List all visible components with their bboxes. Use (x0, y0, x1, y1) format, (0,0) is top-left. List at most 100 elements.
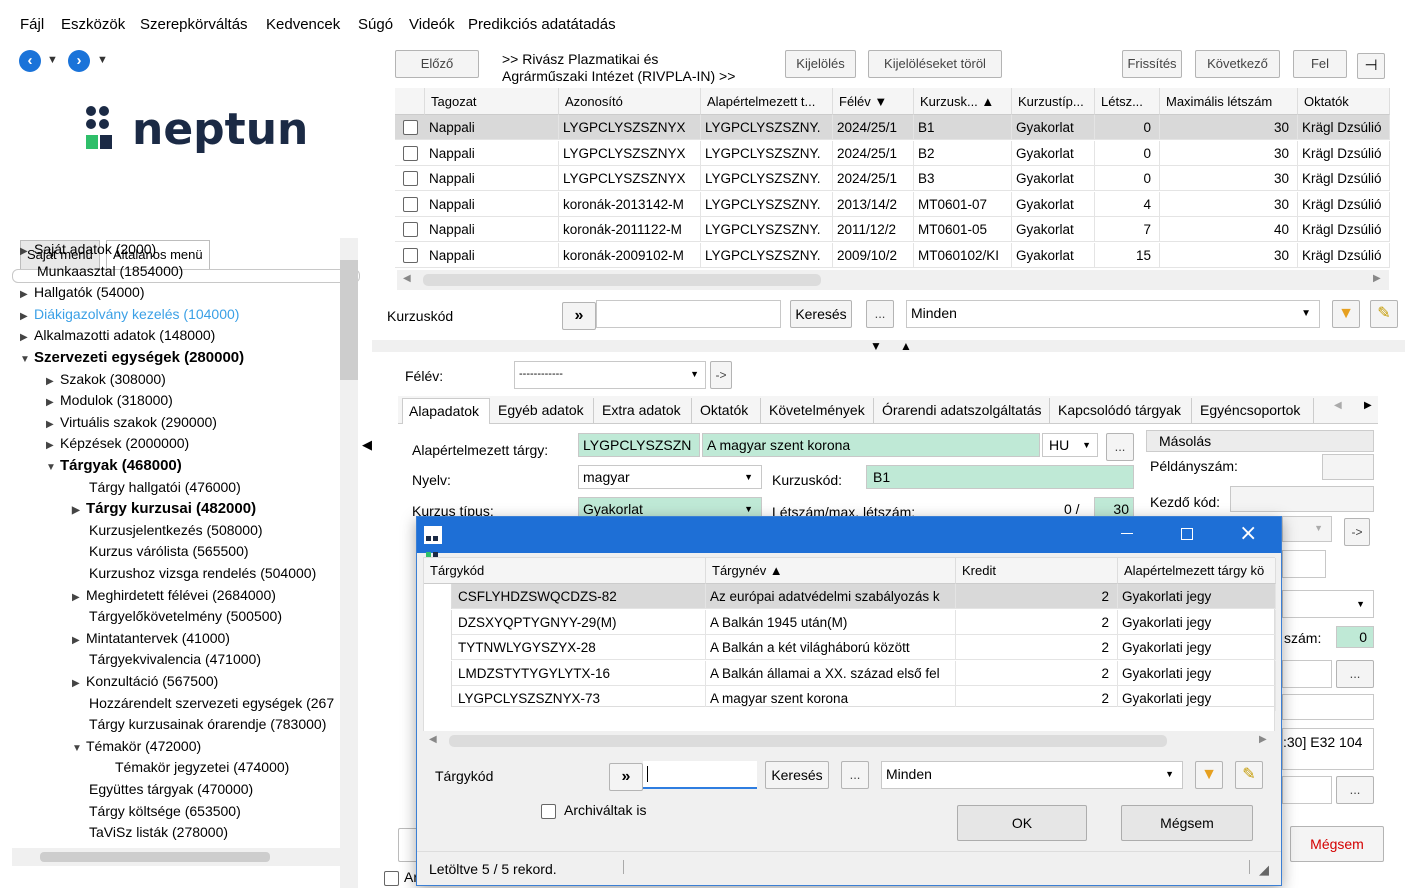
dialog-table-row[interactable]: LMDZSTYTYGYLYTX-16 A Balkán államai a XX.… (424, 660, 1276, 686)
hidden-field-e[interactable] (1282, 776, 1332, 804)
tab-4[interactable]: Követelmények (763, 398, 874, 424)
dialog-filter-funnel-icon[interactable]: ▼ (1195, 761, 1223, 789)
tree-item[interactable]: Kurzushoz vizsga rendelés (504000) (72, 565, 316, 581)
expand-arrow-icon[interactable]: ▶ (46, 440, 60, 451)
next-button[interactable]: Következő (1195, 50, 1280, 78)
tree-hscrollbar[interactable] (12, 848, 340, 866)
expand-arrow-icon[interactable]: ▶ (20, 332, 34, 343)
expand-arrow-icon[interactable]: ▶ (20, 311, 34, 322)
table-row[interactable]: Nappali LYGPCLYSZSZNYX LYGPCLYSZSZNY. 2024/… (395, 115, 1390, 140)
row-checkbox[interactable] (403, 222, 418, 237)
close-icon[interactable]: × (1239, 521, 1257, 546)
filter-funnel-icon[interactable]: ▼ (1332, 300, 1360, 328)
expand-arrow-icon[interactable]: ▶ (72, 505, 86, 516)
form-cancel-button[interactable]: Mégsem (1290, 826, 1384, 862)
lang-code-select[interactable]: HU ▼ (1042, 433, 1098, 457)
row-checkbox[interactable] (403, 145, 418, 161)
column-header[interactable]: Létsz... (1095, 88, 1160, 115)
hidden-field-c[interactable] (1282, 660, 1332, 688)
language-select[interactable]: magyar ▼ (578, 465, 762, 489)
column-header[interactable]: Oktatók (1298, 88, 1390, 115)
dialog-filter-select[interactable]: Minden ▼ (881, 761, 1183, 789)
tab-3[interactable]: Oktatók (694, 398, 761, 424)
dialog-cancel-button[interactable]: Mégsem (1121, 805, 1253, 841)
tree-item[interactable]: Tárgyelőkövetelmény (500500) (72, 608, 282, 624)
forward-icon[interactable]: › (68, 50, 90, 72)
semester-go-button[interactable]: -> (710, 361, 732, 389)
tree-item[interactable]: Munkaasztal (1854000) (20, 263, 183, 279)
tree-item[interactable]: ▶ Alkalmazotti adatok (148000) (20, 327, 215, 343)
tree-item[interactable]: Kurzus várólista (565500) (72, 543, 249, 559)
dialog-grid-hscrollbar[interactable]: ◀ ▶ (425, 731, 1273, 751)
column-header[interactable]: Azonosító (559, 88, 701, 115)
dialog-column-header[interactable]: Tárgynév ▲ (706, 558, 956, 584)
tree-item[interactable]: Tárgy kurzusainak órarendje (783000) (72, 716, 326, 732)
subject-name-field[interactable]: A magyar szent korona (702, 433, 1040, 457)
tab-0[interactable]: Alapadatok (402, 398, 490, 424)
tree-scrollbar[interactable] (340, 238, 358, 888)
back-icon[interactable]: ‹ (19, 50, 41, 72)
dialog-go-button[interactable]: » (609, 763, 643, 791)
tree-item[interactable]: ▶ Képzések (2000000) (46, 435, 189, 451)
tree-item[interactable]: ▶ Mintatantervek (41000) (72, 630, 230, 646)
edit-icon[interactable]: ✎ (1370, 300, 1398, 328)
dialog-search-button[interactable]: Keresés (765, 761, 829, 789)
select-button[interactable]: Kijelölés (785, 50, 856, 78)
search-button[interactable]: Keresés (790, 300, 852, 328)
dialog-table-row[interactable]: TYTNWLYGYSZYX-28 A Balkán a két világhábo… (424, 635, 1276, 660)
tree-item[interactable]: ▶ Saját adatok (2000) (20, 241, 156, 257)
tree-item[interactable]: Tárgyekvivalencia (471000) (72, 651, 261, 667)
start-code-field[interactable] (1230, 486, 1374, 512)
tab-scroll-left-icon[interactable]: ◀ (1334, 400, 1342, 411)
collapse-left-icon[interactable]: ◀ (362, 437, 372, 453)
tree-item[interactable]: Együttes tárgyak (470000) (72, 781, 253, 797)
splitter-down-icon[interactable]: ▼ (870, 339, 882, 353)
filter-select[interactable]: Minden ▼ (906, 300, 1320, 328)
tree-item[interactable]: Hozzárendelt szervezeti egységek (267 (72, 695, 334, 711)
expand-arrow-icon[interactable]: ▶ (72, 678, 86, 689)
semester-select[interactable]: ------------ ▼ (514, 361, 706, 389)
tree-item[interactable]: ▶ Hallgatók (54000) (20, 284, 145, 300)
column-header[interactable]: Maximális létszám (1160, 88, 1298, 115)
copies-field[interactable] (1322, 454, 1374, 480)
back-dropdown-icon[interactable]: ▼ (47, 54, 58, 66)
column-header[interactable]: Alapértelmezett t... (701, 88, 833, 115)
hidden-field-a[interactable] (1282, 550, 1326, 578)
dialog-more-button[interactable]: ... (841, 761, 869, 789)
tab-1[interactable]: Egyéb adatok (492, 398, 594, 424)
search-go-button[interactable]: » (562, 302, 596, 330)
tab-6[interactable]: Kapcsolódó tárgyak (1052, 398, 1192, 424)
number-field[interactable]: 0 (1336, 626, 1374, 648)
resize-grip-icon[interactable]: ◢ (1259, 862, 1269, 878)
subject-code-field[interactable]: LYGPCLYSZSZN (578, 433, 700, 457)
expand-arrow-icon[interactable]: ▶ (46, 419, 60, 430)
expand-arrow-icon[interactable]: ▶ (46, 397, 60, 408)
menu-help[interactable]: Súgó (358, 16, 393, 33)
tree-item[interactable]: ▶ Meghirdetett félévei (2684000) (72, 587, 276, 603)
tab-7[interactable]: Egyéncsoportok (1194, 398, 1314, 424)
dialog-search-input[interactable] (643, 761, 757, 789)
table-row[interactable]: Nappali LYGPCLYSZSZNYX LYGPCLYSZSZNY. 2024/… (395, 140, 1390, 166)
row-checkbox[interactable] (403, 247, 418, 263)
tree-item[interactable]: ▶ Tárgy kurzusai (482000) (72, 500, 256, 517)
hidden-field-d[interactable] (1282, 694, 1374, 720)
tree-item[interactable]: ▼ Tárgyak (468000) (46, 457, 182, 474)
tree-item[interactable]: TaViSz listák (278000) (72, 824, 228, 840)
dialog-edit-icon[interactable]: ✎ (1235, 761, 1263, 789)
course-code-input[interactable] (596, 300, 781, 328)
tree-item[interactable]: ▶ Virtuális szakok (290000) (46, 414, 217, 430)
tree-item[interactable]: ▶ Modulok (318000) (46, 392, 173, 408)
tab-2[interactable]: Extra adatok (596, 398, 692, 424)
hidden-select-b[interactable]: ▼ (1282, 590, 1374, 618)
refresh-button[interactable]: Frissítés (1122, 50, 1182, 78)
prev-button[interactable]: Előző (395, 50, 479, 78)
menu-file[interactable]: Fájl (20, 16, 44, 33)
splitter-up-icon[interactable]: ▲ (900, 339, 912, 353)
menu-tools[interactable]: Eszközök (61, 16, 125, 33)
up-button[interactable]: Fel (1293, 50, 1347, 78)
collapse-arrow-icon[interactable]: ▼ (46, 462, 60, 473)
expand-arrow-icon[interactable]: ▶ (72, 592, 86, 603)
menu-favorites[interactable]: Kedvencek (266, 16, 340, 33)
tree-item[interactable]: ▶ Konzultáció (567500) (72, 673, 218, 689)
row-checkbox[interactable] (403, 171, 418, 186)
